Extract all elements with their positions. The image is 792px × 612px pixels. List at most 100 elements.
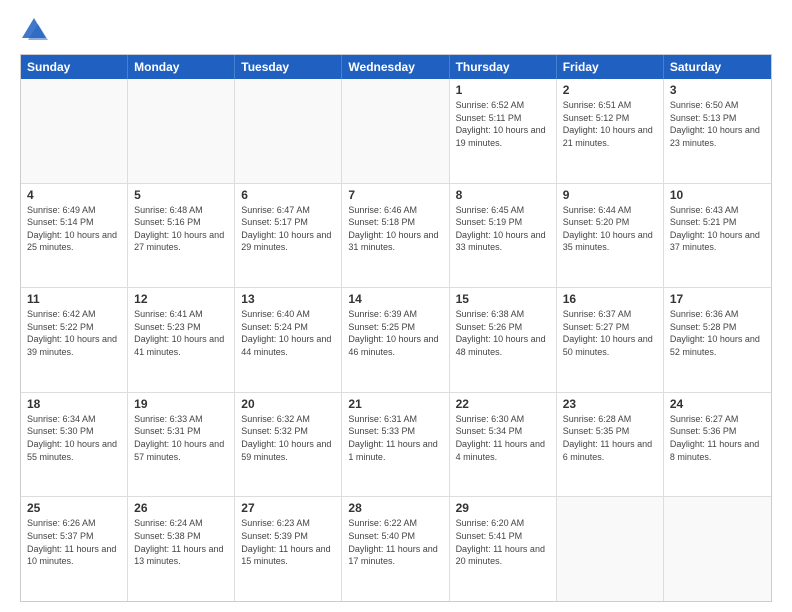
cell-info: Sunrise: 6:44 AM Sunset: 5:20 PM Dayligh… (563, 204, 657, 254)
empty-cell (664, 497, 771, 601)
cell-info: Sunrise: 6:45 AM Sunset: 5:19 PM Dayligh… (456, 204, 550, 254)
day-header-friday: Friday (557, 55, 664, 79)
day-number: 6 (241, 188, 335, 202)
day-cell-1: 1 Sunrise: 6:52 AM Sunset: 5:11 PM Daylig… (450, 79, 557, 183)
day-cell-11: 11Sunrise: 6:42 AM Sunset: 5:22 PM Dayli… (21, 288, 128, 392)
day-number: 8 (456, 188, 550, 202)
empty-cell (21, 79, 128, 183)
empty-cell (128, 79, 235, 183)
day-number: 12 (134, 292, 228, 306)
day-header-thursday: Thursday (450, 55, 557, 79)
day-number: 19 (134, 397, 228, 411)
day-cell-23: 23Sunrise: 6:28 AM Sunset: 5:35 PM Dayli… (557, 393, 664, 497)
cell-info: Sunrise: 6:50 AM Sunset: 5:13 PM Dayligh… (670, 99, 765, 149)
day-number: 2 (563, 83, 657, 97)
cell-info: Sunrise: 6:34 AM Sunset: 5:30 PM Dayligh… (27, 413, 121, 463)
cell-info: Sunrise: 6:40 AM Sunset: 5:24 PM Dayligh… (241, 308, 335, 358)
empty-cell (557, 497, 664, 601)
cell-info: Sunrise: 6:52 AM Sunset: 5:11 PM Dayligh… (456, 99, 550, 149)
day-number: 4 (27, 188, 121, 202)
day-number: 23 (563, 397, 657, 411)
day-cell-16: 16Sunrise: 6:37 AM Sunset: 5:27 PM Dayli… (557, 288, 664, 392)
day-number: 14 (348, 292, 442, 306)
day-cell-12: 12 Sunrise: 6:41 AM Sunset: 5:23 PM Dayli… (128, 288, 235, 392)
day-cell-18: 18 Sunrise: 6:34 AM Sunset: 5:30 PM Dayli… (21, 393, 128, 497)
day-number: 29 (456, 501, 550, 515)
day-cell-20: 20 Sunrise: 6:32 AM Sunset: 5:32 PM Dayli… (235, 393, 342, 497)
cell-info: Sunrise: 6:31 AM Sunset: 5:33 PM Dayligh… (348, 413, 442, 463)
cell-info: Sunrise: 6:37 AM Sunset: 5:27 PM Dayligh… (563, 308, 657, 358)
day-number: 15 (456, 292, 550, 306)
cell-info: Sunrise: 6:23 AM Sunset: 5:39 PM Dayligh… (241, 517, 335, 567)
day-number: 17 (670, 292, 765, 306)
cell-info: Sunrise: 6:39 AM Sunset: 5:25 PM Dayligh… (348, 308, 442, 358)
day-cell-15: 15 Sunrise: 6:38 AM Sunset: 5:26 PM Dayli… (450, 288, 557, 392)
day-number: 1 (456, 83, 550, 97)
calendar-header-row: SundayMondayTuesdayWednesdayThursdayFrid… (21, 55, 771, 79)
cell-info: Sunrise: 6:32 AM Sunset: 5:32 PM Dayligh… (241, 413, 335, 463)
empty-cell (342, 79, 449, 183)
cell-info: Sunrise: 6:38 AM Sunset: 5:26 PM Dayligh… (456, 308, 550, 358)
empty-cell (235, 79, 342, 183)
day-number: 3 (670, 83, 765, 97)
cell-info: Sunrise: 6:24 AM Sunset: 5:38 PM Dayligh… (134, 517, 228, 567)
day-cell-21: 21 Sunrise: 6:31 AM Sunset: 5:33 PM Dayli… (342, 393, 449, 497)
day-cell-10: 10Sunrise: 6:43 AM Sunset: 5:21 PM Dayli… (664, 184, 771, 288)
calendar-row-1: 1 Sunrise: 6:52 AM Sunset: 5:11 PM Daylig… (21, 79, 771, 184)
day-cell-5: 5 Sunrise: 6:48 AM Sunset: 5:16 PM Daylig… (128, 184, 235, 288)
day-header-wednesday: Wednesday (342, 55, 449, 79)
calendar-row-4: 18 Sunrise: 6:34 AM Sunset: 5:30 PM Dayli… (21, 393, 771, 498)
calendar-body: 1 Sunrise: 6:52 AM Sunset: 5:11 PM Daylig… (21, 79, 771, 601)
cell-info: Sunrise: 6:49 AM Sunset: 5:14 PM Dayligh… (27, 204, 121, 254)
day-cell-8: 8 Sunrise: 6:45 AM Sunset: 5:19 PM Daylig… (450, 184, 557, 288)
day-number: 27 (241, 501, 335, 515)
cell-info: Sunrise: 6:43 AM Sunset: 5:21 PM Dayligh… (670, 204, 765, 254)
cell-info: Sunrise: 6:26 AM Sunset: 5:37 PM Dayligh… (27, 517, 121, 567)
day-header-sunday: Sunday (21, 55, 128, 79)
cell-info: Sunrise: 6:20 AM Sunset: 5:41 PM Dayligh… (456, 517, 550, 567)
day-number: 20 (241, 397, 335, 411)
cell-info: Sunrise: 6:27 AM Sunset: 5:36 PM Dayligh… (670, 413, 765, 463)
day-cell-4: 4 Sunrise: 6:49 AM Sunset: 5:14 PM Daylig… (21, 184, 128, 288)
day-cell-6: 6Sunrise: 6:47 AM Sunset: 5:17 PM Daylig… (235, 184, 342, 288)
calendar-row-5: 25 Sunrise: 6:26 AM Sunset: 5:37 PM Dayli… (21, 497, 771, 601)
calendar: SundayMondayTuesdayWednesdayThursdayFrid… (20, 54, 772, 602)
day-cell-13: 13 Sunrise: 6:40 AM Sunset: 5:24 PM Dayli… (235, 288, 342, 392)
day-number: 26 (134, 501, 228, 515)
calendar-row-3: 11Sunrise: 6:42 AM Sunset: 5:22 PM Dayli… (21, 288, 771, 393)
cell-info: Sunrise: 6:48 AM Sunset: 5:16 PM Dayligh… (134, 204, 228, 254)
day-number: 18 (27, 397, 121, 411)
day-number: 13 (241, 292, 335, 306)
day-number: 11 (27, 292, 121, 306)
cell-info: Sunrise: 6:33 AM Sunset: 5:31 PM Dayligh… (134, 413, 228, 463)
day-cell-26: 26 Sunrise: 6:24 AM Sunset: 5:38 PM Dayli… (128, 497, 235, 601)
cell-info: Sunrise: 6:41 AM Sunset: 5:23 PM Dayligh… (134, 308, 228, 358)
day-header-tuesday: Tuesday (235, 55, 342, 79)
page: SundayMondayTuesdayWednesdayThursdayFrid… (0, 0, 792, 612)
cell-info: Sunrise: 6:51 AM Sunset: 5:12 PM Dayligh… (563, 99, 657, 149)
day-cell-7: 7Sunrise: 6:46 AM Sunset: 5:18 PM Daylig… (342, 184, 449, 288)
day-header-monday: Monday (128, 55, 235, 79)
day-number: 22 (456, 397, 550, 411)
day-cell-25: 25 Sunrise: 6:26 AM Sunset: 5:37 PM Dayli… (21, 497, 128, 601)
cell-info: Sunrise: 6:36 AM Sunset: 5:28 PM Dayligh… (670, 308, 765, 358)
logo (20, 16, 52, 44)
calendar-row-2: 4 Sunrise: 6:49 AM Sunset: 5:14 PM Daylig… (21, 184, 771, 289)
day-number: 9 (563, 188, 657, 202)
day-number: 25 (27, 501, 121, 515)
day-number: 21 (348, 397, 442, 411)
cell-info: Sunrise: 6:22 AM Sunset: 5:40 PM Dayligh… (348, 517, 442, 567)
day-cell-14: 14 Sunrise: 6:39 AM Sunset: 5:25 PM Dayli… (342, 288, 449, 392)
day-cell-17: 17 Sunrise: 6:36 AM Sunset: 5:28 PM Dayli… (664, 288, 771, 392)
day-number: 7 (348, 188, 442, 202)
day-cell-22: 22Sunrise: 6:30 AM Sunset: 5:34 PM Dayli… (450, 393, 557, 497)
day-cell-24: 24Sunrise: 6:27 AM Sunset: 5:36 PM Dayli… (664, 393, 771, 497)
day-cell-28: 28 Sunrise: 6:22 AM Sunset: 5:40 PM Dayli… (342, 497, 449, 601)
day-header-saturday: Saturday (664, 55, 771, 79)
day-cell-27: 27 Sunrise: 6:23 AM Sunset: 5:39 PM Dayli… (235, 497, 342, 601)
day-number: 5 (134, 188, 228, 202)
day-cell-19: 19 Sunrise: 6:33 AM Sunset: 5:31 PM Dayli… (128, 393, 235, 497)
day-number: 28 (348, 501, 442, 515)
day-cell-9: 9 Sunrise: 6:44 AM Sunset: 5:20 PM Daylig… (557, 184, 664, 288)
day-cell-3: 3 Sunrise: 6:50 AM Sunset: 5:13 PM Daylig… (664, 79, 771, 183)
